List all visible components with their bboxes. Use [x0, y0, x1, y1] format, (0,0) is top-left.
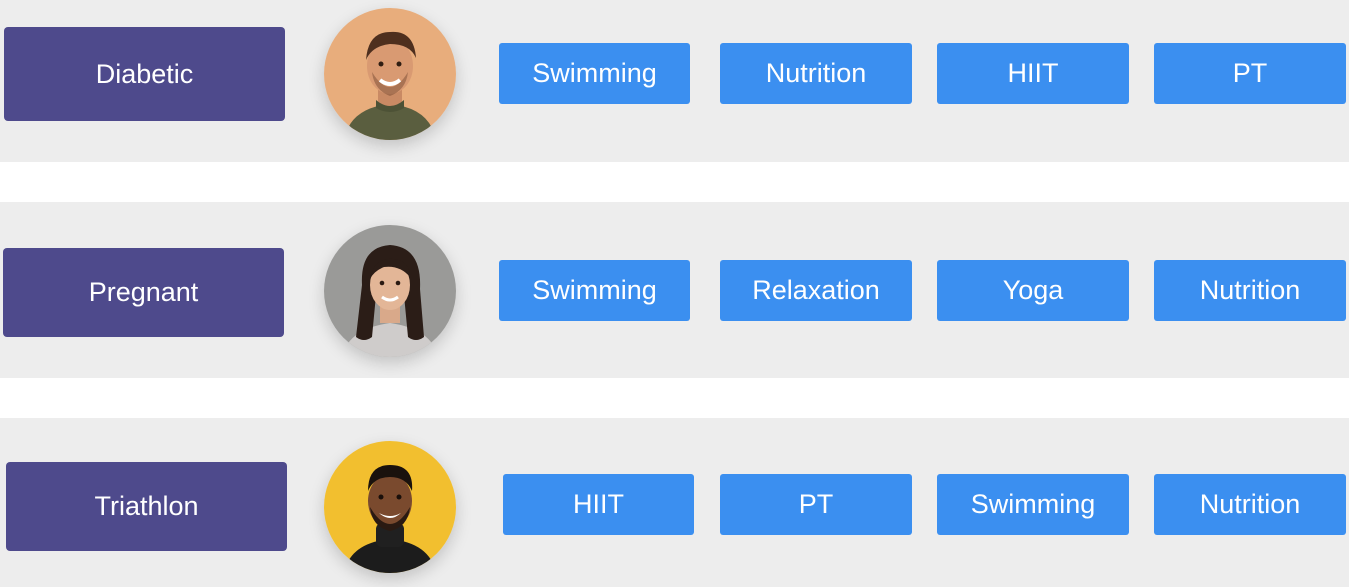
tag-button[interactable]: Swimming	[499, 260, 690, 321]
tag-button[interactable]: PT	[1154, 43, 1346, 104]
tag-button[interactable]: Relaxation	[720, 260, 912, 321]
tag-button[interactable]: Nutrition	[1154, 260, 1346, 321]
tag-button[interactable]: HIIT	[937, 43, 1129, 104]
tag-button[interactable]: PT	[720, 474, 912, 535]
tag-button[interactable]: Nutrition	[1154, 474, 1346, 535]
tag-list: HIIT PT Swimming Nutrition	[0, 474, 1349, 535]
tag-button[interactable]: Swimming	[499, 43, 690, 104]
tag-button[interactable]: Yoga	[937, 260, 1129, 321]
tag-button[interactable]: Nutrition	[720, 43, 912, 104]
tag-button[interactable]: HIIT	[503, 474, 694, 535]
persona-row-diabetic: Diabetic Swimming Nutrition HIIT PT	[0, 0, 1349, 162]
tag-list: Swimming Nutrition HIIT PT	[0, 43, 1349, 104]
persona-row-triathlon: Triathlon HIIT PT Swimming Nutrition	[0, 418, 1349, 587]
tag-button[interactable]: Swimming	[937, 474, 1129, 535]
persona-row-pregnant: Pregnant Swimming Relaxation Yoga Nutrit…	[0, 202, 1349, 378]
tag-list: Swimming Relaxation Yoga Nutrition	[0, 260, 1349, 321]
